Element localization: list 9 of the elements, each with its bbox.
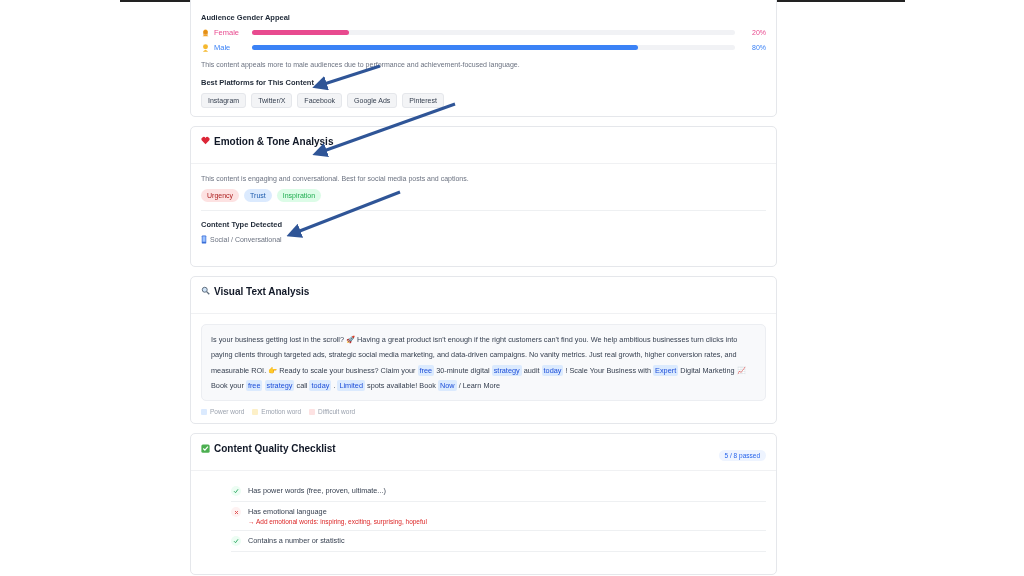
phone-icon	[201, 235, 207, 244]
card-title: Emotion & Tone Analysis	[214, 136, 334, 147]
card-title: Visual Text Analysis	[214, 286, 310, 297]
person-icon	[201, 43, 210, 52]
card-title: Content Quality Checklist	[214, 443, 336, 455]
heart-icon	[201, 136, 210, 145]
checkbox-icon	[201, 444, 210, 454]
person-icon	[201, 28, 210, 37]
search-icon	[201, 286, 210, 295]
